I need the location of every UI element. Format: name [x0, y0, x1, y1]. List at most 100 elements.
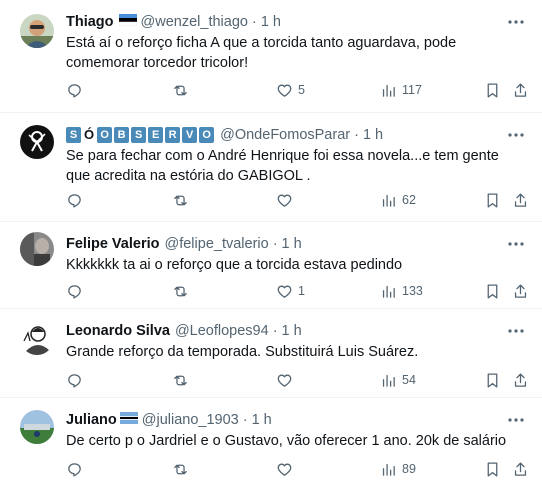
avatar[interactable] — [20, 321, 54, 355]
heart-icon — [277, 463, 292, 476]
timestamp[interactable]: 1 h — [252, 412, 272, 428]
bookmark-button[interactable] — [484, 281, 501, 301]
separator: · — [251, 14, 257, 30]
user-handle[interactable]: @Leoflopes94 — [175, 323, 269, 339]
retweet-button[interactable] — [172, 459, 194, 479]
reply-button[interactable] — [66, 281, 88, 301]
more-options-icon[interactable] — [506, 321, 526, 341]
retweet-icon — [174, 375, 187, 385]
views-icon — [382, 374, 395, 387]
name-letter: S — [131, 127, 147, 143]
reply-button[interactable] — [66, 80, 88, 100]
observo-name[interactable]: S Ó O B S E R V O — [66, 127, 215, 143]
reply-icon — [68, 83, 81, 98]
user-handle[interactable]: @juliano_1903 — [142, 412, 239, 428]
user-name[interactable]: Felipe Valerio — [66, 236, 160, 252]
share-button[interactable] — [512, 281, 529, 301]
views-icon — [382, 463, 395, 476]
reply-button[interactable] — [66, 459, 88, 479]
retweet-icon — [174, 195, 187, 205]
bookmark-button[interactable] — [484, 370, 501, 390]
retweet-icon — [174, 85, 187, 95]
bookmark-button[interactable] — [484, 80, 501, 100]
user-name[interactable]: Thiago — [66, 14, 114, 30]
views-icon — [382, 84, 395, 97]
tweet[interactable]: Leonardo Silva @Leoflopes94 · 1 h Grande… — [0, 309, 542, 398]
tweet[interactable]: Felipe Valerio @felipe_tvalerio · 1 h Kk… — [0, 222, 542, 309]
share-icon — [514, 461, 527, 476]
user-handle[interactable]: @OndeFomosParar — [220, 127, 350, 143]
views-button[interactable]: 89 — [380, 459, 416, 479]
views-button[interactable]: 117 — [380, 80, 422, 100]
share-button[interactable] — [512, 190, 529, 210]
tweet-text: Grande reforço da temporada. Substituirá… — [66, 344, 419, 360]
name-letter: O — [199, 127, 215, 143]
tweet[interactable]: S Ó O B S E R V O @OndeFomosParar · 1 h … — [0, 113, 542, 222]
tweet-text: Se para fechar com o André Henrique foi … — [66, 148, 499, 184]
retweet-button[interactable] — [172, 370, 194, 390]
more-options-icon[interactable] — [506, 12, 526, 32]
bookmark-icon — [487, 192, 498, 208]
retweet-icon — [174, 464, 187, 474]
user-handle[interactable]: @wenzel_thiago — [141, 14, 248, 30]
user-name[interactable]: Juliano — [66, 412, 117, 428]
bookmark-button[interactable] — [484, 459, 501, 479]
name-letter: O — [97, 127, 113, 143]
bookmark-icon — [487, 461, 498, 477]
heart-icon — [277, 194, 292, 207]
bookmark-icon — [487, 283, 498, 299]
like-button[interactable]: 5 — [276, 80, 305, 100]
reply-icon — [68, 373, 81, 388]
user-handle[interactable]: @felipe_tvalerio — [165, 236, 269, 252]
views-icon — [382, 285, 395, 298]
retweet-icon — [174, 286, 187, 296]
like-button[interactable]: 1 — [276, 281, 305, 301]
retweet-button[interactable] — [172, 190, 194, 210]
estonia-flag-icon — [118, 14, 137, 30]
timestamp[interactable]: 1 h — [282, 236, 302, 252]
reply-icon — [68, 193, 81, 208]
share-icon — [514, 82, 527, 97]
user-name[interactable]: Leonardo Silva — [66, 323, 170, 339]
share-button[interactable] — [512, 370, 529, 390]
reply-button[interactable] — [66, 190, 88, 210]
name-letter: R — [165, 127, 181, 143]
separator: · — [272, 236, 278, 252]
reply-button[interactable] — [66, 370, 88, 390]
timestamp[interactable]: 1 h — [261, 14, 281, 30]
retweet-button[interactable] — [172, 80, 194, 100]
avatar[interactable] — [20, 14, 54, 48]
name-letter: V — [182, 127, 198, 143]
avatar[interactable] — [20, 232, 54, 266]
avatar[interactable] — [20, 410, 54, 444]
separator: · — [272, 323, 278, 339]
tweet[interactable]: Thiago @wenzel_thiago · 1 h Está aí o re… — [0, 0, 542, 113]
more-options-icon[interactable] — [506, 234, 526, 254]
timestamp[interactable]: 1 h — [282, 323, 302, 339]
bookmark-button[interactable] — [484, 190, 501, 210]
like-button[interactable] — [276, 190, 298, 210]
views-button[interactable]: 133 — [380, 281, 423, 301]
reply-icon — [68, 462, 81, 477]
share-icon — [514, 192, 527, 207]
share-button[interactable] — [512, 80, 529, 100]
avatar[interactable] — [20, 125, 54, 159]
like-button[interactable] — [276, 370, 298, 390]
tweet-text: Kkkkkkk ta ai o reforço que a torcida es… — [66, 257, 403, 273]
reply-icon — [68, 284, 81, 299]
share-button[interactable] — [512, 459, 529, 479]
like-count: 5 — [298, 83, 305, 97]
botswana-flag-icon — [119, 412, 138, 428]
view-count: 133 — [402, 284, 423, 298]
separator: · — [354, 127, 359, 143]
tweet[interactable]: Juliano @juliano_1903 · 1 h De certo p o… — [0, 398, 542, 489]
retweet-button[interactable] — [172, 281, 194, 301]
bookmark-icon — [487, 82, 498, 98]
more-options-icon[interactable] — [506, 410, 526, 430]
view-count: 62 — [402, 193, 416, 207]
more-options-icon[interactable] — [506, 125, 526, 145]
views-button[interactable]: 62 — [380, 190, 416, 210]
like-button[interactable] — [276, 459, 298, 479]
timestamp[interactable]: 1 h — [363, 127, 383, 143]
views-button[interactable]: 54 — [380, 370, 416, 390]
